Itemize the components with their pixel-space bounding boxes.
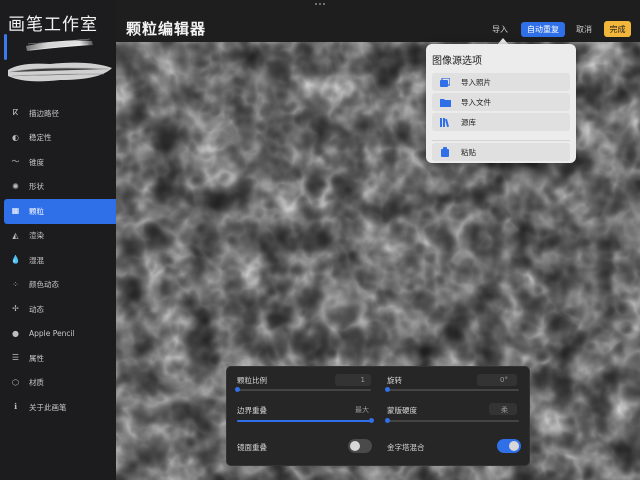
sidebar-item-label: 描边路径 (29, 108, 59, 118)
mask-hardness-label: 蒙版硬度 (387, 406, 417, 415)
grain-scale-label: 颗粒比例 (237, 376, 267, 385)
mask-hardness-value: 柔 (501, 406, 508, 414)
sidebar-item-label: 颗粒 (29, 206, 44, 216)
properties-icon: ☰ (11, 353, 20, 363)
mask-hardness-value-box[interactable]: 柔 (489, 403, 517, 415)
rotation-label: 旋转 (387, 376, 402, 385)
sidebar-item-properties[interactable]: ☰ 属性 (4, 346, 116, 371)
edge-overlap-fill (237, 420, 371, 422)
taper-icon: 〜 (11, 157, 20, 167)
mirror-overlap-label: 镜面重叠 (237, 443, 267, 452)
mask-hardness-slider[interactable] (385, 418, 390, 423)
photos-icon (438, 77, 452, 87)
edge-overlap-label: 边界重叠 (237, 406, 267, 415)
materials-icon: ⬡ (12, 377, 19, 387)
autorepeat-button[interactable]: 自动重复 (521, 22, 565, 37)
editor-title: 颗粒编辑器 (126, 20, 207, 38)
library-icon (438, 117, 452, 127)
sidebar-item-shape[interactable]: ✺ 形状 (4, 175, 116, 200)
grain-scale-slider[interactable] (235, 387, 240, 392)
apple-pencil-icon: ● (12, 328, 19, 338)
sidebar-item-rendering[interactable]: ◭ 渲染 (4, 224, 116, 249)
sidebar-item-about-brush[interactable]: ℹ 关于此画笔 (4, 395, 116, 420)
sidebar-item-label: 稳定性 (29, 133, 52, 143)
brush-stroke-preview[interactable] (0, 30, 116, 92)
window-grabber[interactable] (315, 3, 325, 6)
sidebar-item-label: 形状 (29, 182, 44, 192)
rotation-value-box[interactable]: 0° (477, 374, 517, 386)
image-source-popup: 图像源选项 导入照片 导入文件 源库 粘贴 (426, 44, 576, 163)
grain-scale-value-box[interactable]: 1 (335, 374, 371, 386)
popup-divider (432, 140, 570, 141)
grain-scale-track[interactable] (237, 389, 371, 391)
sidebar-list: ⴽ 描边路径 ◐ 稳定性〜锥度 ✺ 形状 ▦ 颗粒 ◭ 渲染 💧 湿混 ⁘ 颜色动态 ✢ 动态 ● Apple P… (4, 101, 116, 420)
sidebar-item-label: 材质 (29, 378, 44, 388)
mirror-overlap-toggle[interactable] (348, 439, 372, 453)
import-file-item[interactable]: 导入文件 (432, 93, 570, 111)
import-file-label: 导入文件 (461, 97, 491, 107)
grain-icon: ▦ (11, 206, 20, 216)
rotation-slider[interactable] (385, 387, 390, 392)
wet-mix-icon: 💧 (10, 255, 21, 265)
paste-icon (438, 147, 452, 157)
sidebar-item-wet-mix[interactable]: 💧 湿混 (4, 248, 116, 273)
sidebar-item-grain[interactable]: ▦ 颗粒 (4, 199, 116, 224)
sidebar-item-stabilization[interactable]: ◐ 稳定性 (4, 126, 116, 151)
cancel-button[interactable]: 取消 (576, 24, 592, 35)
about-brush-icon: ℹ (13, 402, 18, 412)
grain-scale-value: 1 (360, 376, 365, 384)
pyramid-blend-toggle[interactable] (497, 439, 521, 453)
done-button[interactable]: 完成 (604, 21, 631, 37)
sidebar-item-label: 湿混 (29, 255, 44, 265)
import-photo-label: 导入照片 (461, 77, 491, 87)
grain-settings-panel: 颗粒比例 1 旋转 0° 边界重叠 最大 蒙版硬度 柔 镜面重叠 金字塔混合 (226, 366, 530, 466)
paste-item[interactable]: 粘贴 (432, 143, 570, 161)
folder-icon (438, 98, 452, 107)
sidebar-item-label: 关于此画笔 (29, 402, 67, 412)
sidebar-item-color-dynamics[interactable]: ⁘ 颜色动态 (4, 273, 116, 298)
sidebar-item-label: Apple Pencil (29, 329, 75, 339)
source-library-item[interactable]: 源库 (432, 113, 570, 131)
edge-overlap-slider[interactable] (369, 418, 374, 423)
sidebar-item-label: 锥度 (29, 157, 44, 167)
mask-hardness-track[interactable] (387, 420, 519, 422)
dynamics-icon: ✢ (12, 304, 19, 314)
sidebar-item-dynamics[interactable]: ✢ 动态 (4, 297, 116, 322)
sidebar-item-apple-pencil[interactable]: ● Apple Pencil (4, 322, 116, 347)
sidebar-item-stroke-path[interactable]: ⴽ 描边路径 (4, 101, 116, 126)
sidebar-item-label: 颜色动态 (29, 280, 59, 290)
edge-overlap-value: 最大 (355, 406, 369, 414)
sidebar: 画笔工作室 ⴽ 描边路径 ◐ 稳定性〜锥度 ✺ 形状 ▦ 颗粒 ◭ 渲染 💧 湿混 ⁘ 颜色动态 ✢ 动态 ● A… (0, 0, 116, 480)
sidebar-item-label: 动态 (29, 304, 44, 314)
rendering-icon: ◭ (12, 230, 19, 240)
rotation-value: 0° (500, 376, 508, 384)
paste-label: 粘贴 (461, 147, 476, 157)
shape-icon: ✺ (12, 181, 19, 191)
import-photo-item[interactable]: 导入照片 (432, 73, 570, 91)
source-library-label: 源库 (461, 117, 476, 127)
sidebar-item-materials[interactable]: ⬡ 材质 (4, 371, 116, 396)
rotation-track[interactable] (387, 389, 519, 391)
pyramid-blend-label: 金字塔混合 (387, 443, 425, 452)
import-button[interactable]: 导入 (492, 24, 508, 35)
stroke-path-icon: ⴽ (12, 108, 19, 118)
sidebar-item-label: 渲染 (29, 231, 44, 241)
stabilization-icon: ◐ (12, 132, 19, 142)
sidebar-item-label: 属性 (29, 353, 44, 363)
popup-title: 图像源选项 (432, 56, 482, 67)
color-dynamics-icon: ⁘ (12, 279, 19, 289)
sidebar-item-taper[interactable]: 〜锥度 (4, 150, 116, 175)
